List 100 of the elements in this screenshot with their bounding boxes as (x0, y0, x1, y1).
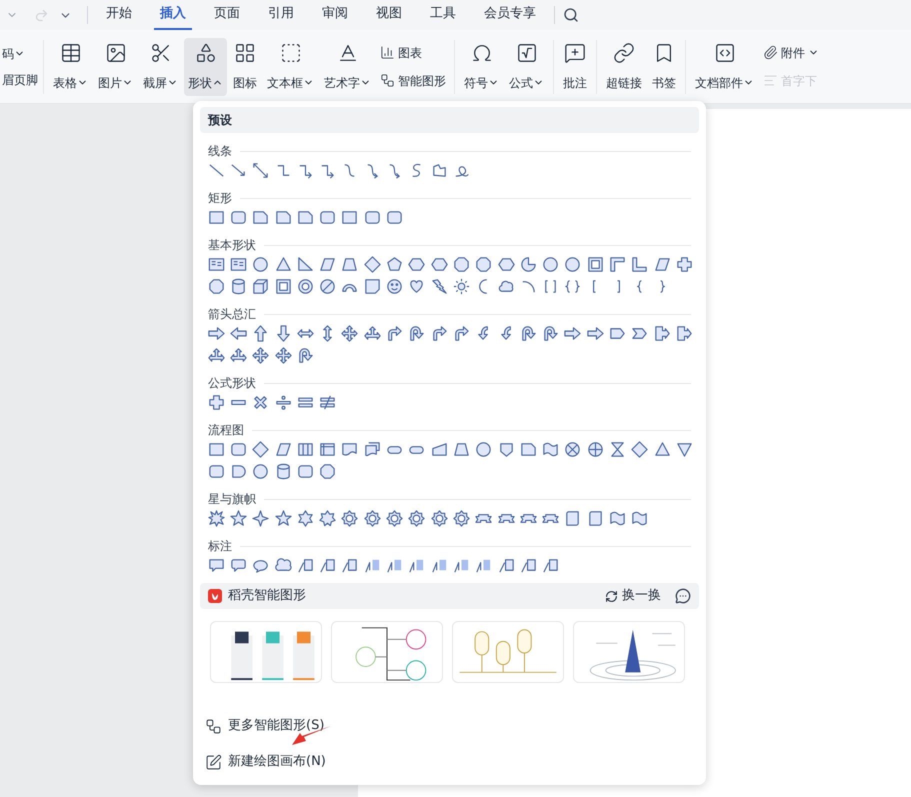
arrow-quad-shape-icon[interactable] (251, 346, 270, 365)
pentagon-shape-icon[interactable] (385, 255, 404, 274)
star5-shape-icon[interactable] (274, 509, 293, 528)
circle-shape-icon[interactable] (541, 255, 560, 274)
ribbon-button[interactable]: 图表 (377, 42, 449, 64)
callout-line-shape-icon[interactable] (296, 556, 315, 575)
ribbon-button[interactable]: 码 (2, 44, 38, 62)
columns-shape-icon[interactable] (296, 440, 315, 459)
lightning-shape-icon[interactable] (430, 277, 449, 296)
round-rect-shape-icon[interactable] (296, 462, 315, 481)
callout-line-shape-icon[interactable] (518, 556, 538, 575)
ribbon-button[interactable]: 图标 (229, 38, 261, 96)
frame-shape-icon[interactable] (586, 255, 605, 274)
internal-shape-icon[interactable] (318, 440, 338, 459)
round-rect-shape-icon[interactable] (228, 440, 248, 459)
u-turn-shape-icon[interactable] (407, 324, 426, 343)
l-shape-shape-icon[interactable] (630, 255, 650, 274)
callout-round-shape-icon[interactable] (228, 556, 248, 575)
pie-shape-icon[interactable] (518, 255, 538, 274)
star5-shape-icon[interactable] (228, 509, 248, 528)
diamond-shape-icon[interactable] (630, 440, 650, 459)
trapezoid-shape-icon[interactable] (340, 255, 360, 274)
ribbon-button[interactable]: 符号 (460, 38, 503, 96)
callout-line-shape-icon[interactable] (340, 556, 360, 575)
ribbon-button[interactable]: 眉页脚 (2, 70, 38, 88)
wave-shape-icon[interactable] (608, 509, 627, 528)
rect-shape-icon[interactable] (206, 440, 226, 459)
cube-shape-icon[interactable] (251, 277, 270, 296)
triangle-shape-icon[interactable] (274, 255, 293, 274)
text-box-shape-icon[interactable] (206, 255, 226, 274)
ribbon-tab[interactable]: 引用 (262, 0, 300, 30)
badge-shape-icon[interactable] (407, 509, 426, 528)
ribbon-tab[interactable]: 会员专享 (478, 0, 542, 30)
ribbon-button[interactable]: 书签 (648, 38, 680, 96)
snip-rect-shape-icon[interactable] (518, 440, 538, 459)
smart-graphic-thumbnail-drawing[interactable] (210, 621, 322, 683)
circle-shape-icon[interactable] (474, 440, 494, 459)
frame-shape-icon[interactable] (274, 277, 293, 296)
trapezoid-shape-icon[interactable] (452, 440, 471, 459)
circle-shape-icon[interactable] (251, 255, 270, 274)
ribbon-button[interactable]: 公式 (505, 38, 548, 96)
ribbon-button[interactable]: 形状 (184, 38, 227, 96)
arrow-callout-shape-icon[interactable] (652, 324, 672, 343)
round-rect-shape-icon[interactable] (318, 208, 338, 227)
parallelogram-shape-icon[interactable] (652, 255, 672, 274)
round-rect-shape-icon[interactable] (385, 208, 404, 227)
star7-shape-icon[interactable] (318, 509, 338, 528)
callout-line-shape-icon[interactable] (541, 556, 560, 575)
badge-shape-icon[interactable] (385, 509, 404, 528)
hexagon-shape-icon[interactable] (407, 255, 426, 274)
ribbon-tab[interactable]: 审阅 (316, 0, 354, 30)
menu-item[interactable]: 新建绘图画布(N) (205, 751, 694, 773)
triangle-down-shape-icon[interactable] (674, 440, 694, 459)
ribbon-button[interactable]: 截屏 (139, 38, 182, 96)
not-equal-shape-icon[interactable] (318, 393, 338, 412)
double-arrow-shape-icon[interactable] (251, 161, 270, 180)
rect-shape-icon[interactable] (206, 208, 226, 227)
ribbon-tab[interactable]: 工具 (424, 0, 462, 30)
plus-shape-icon[interactable] (674, 255, 694, 274)
fold-shape-icon[interactable] (362, 277, 382, 296)
arrow-callout-shape-icon[interactable] (674, 324, 694, 343)
ribbon-button[interactable]: 超链接 (602, 38, 646, 96)
octagon-shape-icon[interactable] (206, 277, 226, 296)
ribbon-tab[interactable]: 视图 (370, 0, 408, 30)
ribbon-button[interactable]: 附件 (760, 42, 822, 64)
hexagon-shape-icon[interactable] (496, 255, 516, 274)
documents-shape-icon[interactable] (362, 440, 382, 459)
rect-shape-icon[interactable] (340, 208, 360, 227)
hexagon-shape-icon[interactable] (430, 255, 449, 274)
wave-shape-icon[interactable] (541, 440, 560, 459)
callout-line-shape-icon[interactable] (318, 556, 338, 575)
refresh-button[interactable]: 换一换 (605, 586, 661, 606)
ribbon-button[interactable]: 文本框 (263, 38, 318, 96)
text-box-shape-icon[interactable] (228, 255, 248, 274)
sun-shape-icon[interactable] (452, 277, 471, 296)
no-symbol-shape-icon[interactable] (318, 277, 338, 296)
ribbon-tab[interactable]: 开始 (100, 0, 138, 30)
octagon-shape-icon[interactable] (452, 255, 471, 274)
diamond-shape-icon[interactable] (362, 255, 382, 274)
arrow-tri-shape-icon[interactable] (206, 346, 226, 365)
manual-input-shape-icon[interactable] (430, 440, 449, 459)
menu-item[interactable]: 更多智能图形(S) (205, 715, 694, 737)
round-rect-shape-icon[interactable] (206, 462, 226, 481)
snip-rect-shape-icon[interactable] (296, 208, 315, 227)
arrow-quad-shape-icon[interactable] (274, 346, 293, 365)
round-rect-shape-icon[interactable] (228, 208, 248, 227)
ribbon-button[interactable]: 图片 (94, 38, 137, 96)
ribbon-button[interactable]: 文档部件 (691, 38, 758, 96)
chat-icon[interactable] (675, 588, 691, 604)
smart-graphic-thumbnail-drawing[interactable] (452, 621, 564, 683)
badge-shape-icon[interactable] (430, 509, 449, 528)
arrow-quad-shape-icon[interactable] (340, 324, 360, 343)
smart-graphic-thumbnail-drawing[interactable] (331, 621, 443, 683)
star6-shape-icon[interactable] (296, 509, 315, 528)
callout-line-shape-icon[interactable] (496, 556, 516, 575)
wave-shape-icon[interactable] (630, 509, 650, 528)
badge-shape-icon[interactable] (340, 509, 360, 528)
burst-shape-icon[interactable] (206, 509, 226, 528)
smart-graphic-thumbnail-drawing[interactable] (573, 621, 685, 683)
ribbon-button[interactable]: 表格 (49, 38, 92, 96)
